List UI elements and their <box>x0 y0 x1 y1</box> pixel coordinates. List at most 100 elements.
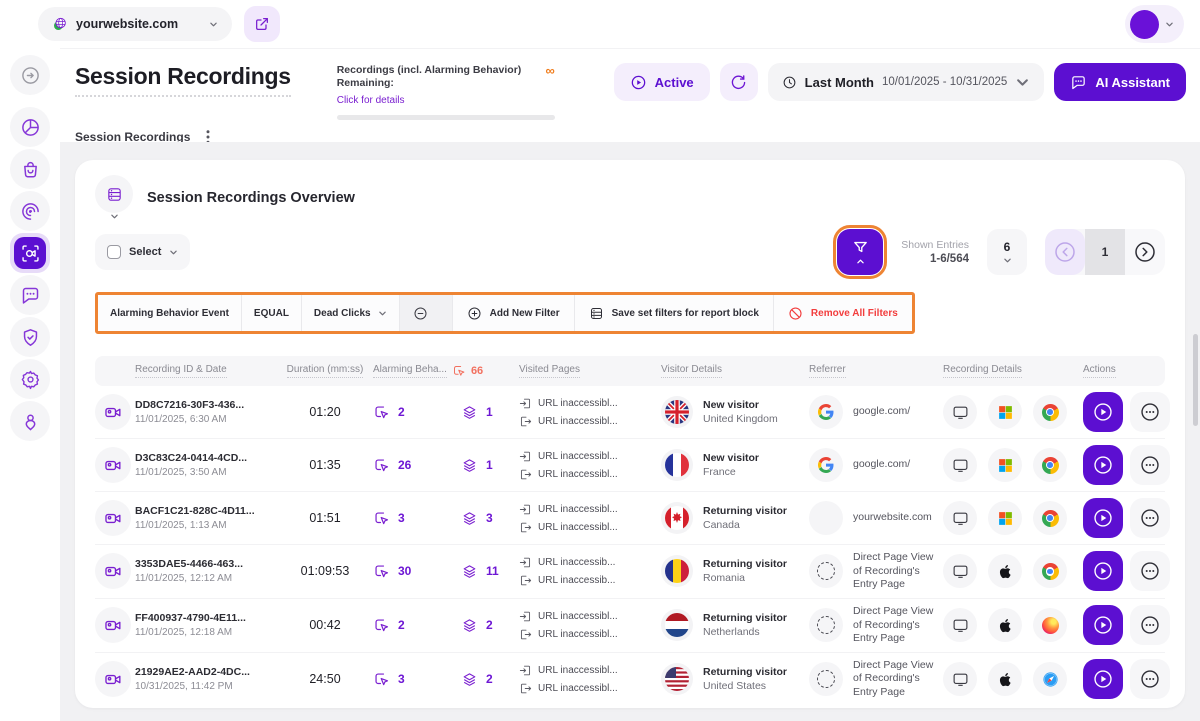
more-actions-button[interactable] <box>1130 445 1170 485</box>
more-actions-button[interactable] <box>1130 659 1170 699</box>
layers-icon <box>461 617 478 634</box>
date-range-selector[interactable]: Last Month 10/01/2025 - 10/31/2025 <box>768 63 1045 101</box>
chevron-down-icon <box>1015 75 1030 90</box>
table-row[interactable]: D3C83C24-0414-4CD... 11/01/2025, 3:50 AM… <box>95 439 1165 492</box>
exit-url[interactable]: URL inaccessib... <box>538 575 615 586</box>
col-recording-id-date[interactable]: Recording ID & Date <box>135 364 277 378</box>
col-alarming-behavior[interactable]: Alarming Beha... 66 <box>373 364 461 378</box>
play-recording-button[interactable] <box>1083 392 1123 432</box>
more-actions-button[interactable] <box>1130 392 1170 432</box>
recording-icon <box>14 237 46 269</box>
entry-url[interactable]: URL inaccessibl... <box>538 451 618 462</box>
entry-url[interactable]: URL inaccessibl... <box>538 665 618 676</box>
exit-url[interactable]: URL inaccessibl... <box>538 522 618 533</box>
col-duration[interactable]: Duration (mm:ss) <box>277 364 373 378</box>
play-icon <box>1092 454 1114 476</box>
sidebar-item-spiral[interactable] <box>10 191 50 231</box>
exit-url[interactable]: URL inaccessibl... <box>538 416 618 427</box>
pagination-cluster: Shown Entries 1-6/564 6 1 <box>837 229 1165 275</box>
play-icon <box>1092 507 1114 529</box>
table-row[interactable]: BACF1C21-828C-4D11... 11/01/2025, 1:13 A… <box>95 492 1165 545</box>
entry-page-icon <box>519 450 532 463</box>
scrollbar[interactable] <box>1193 334 1198 426</box>
sidebar-item-collapse[interactable] <box>10 55 50 95</box>
referrer-text: google.com/ <box>853 458 910 472</box>
click-for-details-link[interactable]: Click for details <box>337 95 405 106</box>
sidebar-item-pin[interactable] <box>10 401 50 441</box>
table-row[interactable]: FF400937-4790-4E11... 11/01/2025, 12:18 … <box>95 599 1165 653</box>
col-visited-pages[interactable]: Visited Pages <box>519 364 661 378</box>
video-camera-icon <box>104 456 123 475</box>
entry-url[interactable]: URL inaccessib... <box>538 557 615 568</box>
table-controls: Select Shown Entries 1-6/564 6 <box>95 228 1165 276</box>
save-filters-button[interactable]: Save set filters for report block <box>575 295 774 331</box>
filter-value[interactable]: Dead Clicks <box>302 295 400 331</box>
exit-page-icon <box>519 415 532 428</box>
google-icon <box>809 395 843 429</box>
remove-all-filters-button[interactable]: Remove All Filters <box>774 295 912 331</box>
play-recording-button[interactable] <box>1083 605 1123 645</box>
prev-page-button[interactable] <box>1045 229 1085 275</box>
direct-view-icon <box>809 554 843 588</box>
chevron-down-icon <box>1165 20 1174 29</box>
add-new-filter-button[interactable]: Add New Filter <box>453 295 575 331</box>
more-actions-button[interactable] <box>1130 551 1170 591</box>
sidebar-item-bag[interactable] <box>10 149 50 189</box>
entry-url[interactable]: URL inaccessibl... <box>538 398 618 409</box>
sidebar-item-shield[interactable] <box>10 317 50 357</box>
website-name: yourwebsite.com <box>76 17 178 31</box>
select-button[interactable]: Select <box>95 234 190 270</box>
col-visitor-details[interactable]: Visitor Details <box>661 364 809 378</box>
ai-assistant-button[interactable]: AI Assistant <box>1054 63 1186 101</box>
col-referrer[interactable]: Referrer <box>809 364 943 378</box>
play-recording-button[interactable] <box>1083 659 1123 699</box>
play-recording-button[interactable] <box>1083 498 1123 538</box>
more-actions-button[interactable] <box>1130 605 1170 645</box>
overview-widget-toggle[interactable] <box>95 175 133 221</box>
user-menu[interactable] <box>1125 5 1184 43</box>
current-page[interactable]: 1 <box>1085 229 1125 275</box>
filter-field[interactable]: Alarming Behavior Event <box>98 295 242 331</box>
entry-url[interactable]: URL inaccessibl... <box>538 611 618 622</box>
play-recording-button[interactable] <box>1083 551 1123 591</box>
collapse-icon <box>20 65 41 86</box>
spiral-icon <box>20 201 41 222</box>
active-label: Active <box>655 75 694 90</box>
refresh-button[interactable] <box>720 63 758 101</box>
sidebar-item-bubble[interactable] <box>10 275 50 315</box>
shown-entries: Shown Entries 1-6/564 <box>901 239 969 265</box>
website-selector[interactable]: yourwebsite.com <box>38 7 232 41</box>
blank-referrer-icon <box>809 501 843 535</box>
page-size-selector[interactable]: 6 <box>987 229 1027 275</box>
open-website-button[interactable] <box>244 6 280 42</box>
duration-value: 01:35 <box>277 458 373 472</box>
table-row[interactable]: 3353DAE5-4466-463... 11/01/2025, 12:12 A… <box>95 545 1165 599</box>
filter-operator[interactable]: EQUAL <box>242 295 302 331</box>
entry-url[interactable]: URL inaccessibl... <box>538 504 618 515</box>
exit-url[interactable]: URL inaccessibl... <box>538 629 618 640</box>
sidebar-item-gear[interactable] <box>10 359 50 399</box>
next-page-button[interactable] <box>1125 229 1165 275</box>
play-recording-button[interactable] <box>1083 445 1123 485</box>
sidebar-item-pie[interactable] <box>10 107 50 147</box>
flag-us-icon <box>665 667 689 691</box>
col-actions[interactable]: Actions <box>1083 364 1165 378</box>
windows-icon <box>988 395 1022 429</box>
exit-url[interactable]: URL inaccessibl... <box>538 469 618 480</box>
duration-value: 01:51 <box>277 511 373 525</box>
play-icon <box>1092 560 1114 582</box>
visitor-type: New visitor <box>703 399 778 411</box>
table-row[interactable]: 21929AE2-AAD2-4DC... 10/31/2025, 11:42 P… <box>95 653 1165 706</box>
more-actions-button[interactable] <box>1130 498 1170 538</box>
recording-id: BACF1C21-828C-4D11... <box>135 505 277 517</box>
sidebar-item-recording[interactable] <box>10 233 50 273</box>
active-recordings-button[interactable]: Active <box>614 63 710 101</box>
bubble-icon <box>20 285 41 306</box>
table-row[interactable]: DD8C7216-30F3-436... 11/01/2025, 6:30 AM… <box>95 386 1165 439</box>
remove-filter-button[interactable] <box>400 295 442 331</box>
exit-url[interactable]: URL inaccessibl... <box>538 683 618 694</box>
col-recording-details[interactable]: Recording Details <box>943 364 1083 378</box>
video-camera-icon <box>104 403 123 422</box>
filter-toggle-button[interactable] <box>837 229 883 275</box>
pie-icon <box>20 117 41 138</box>
